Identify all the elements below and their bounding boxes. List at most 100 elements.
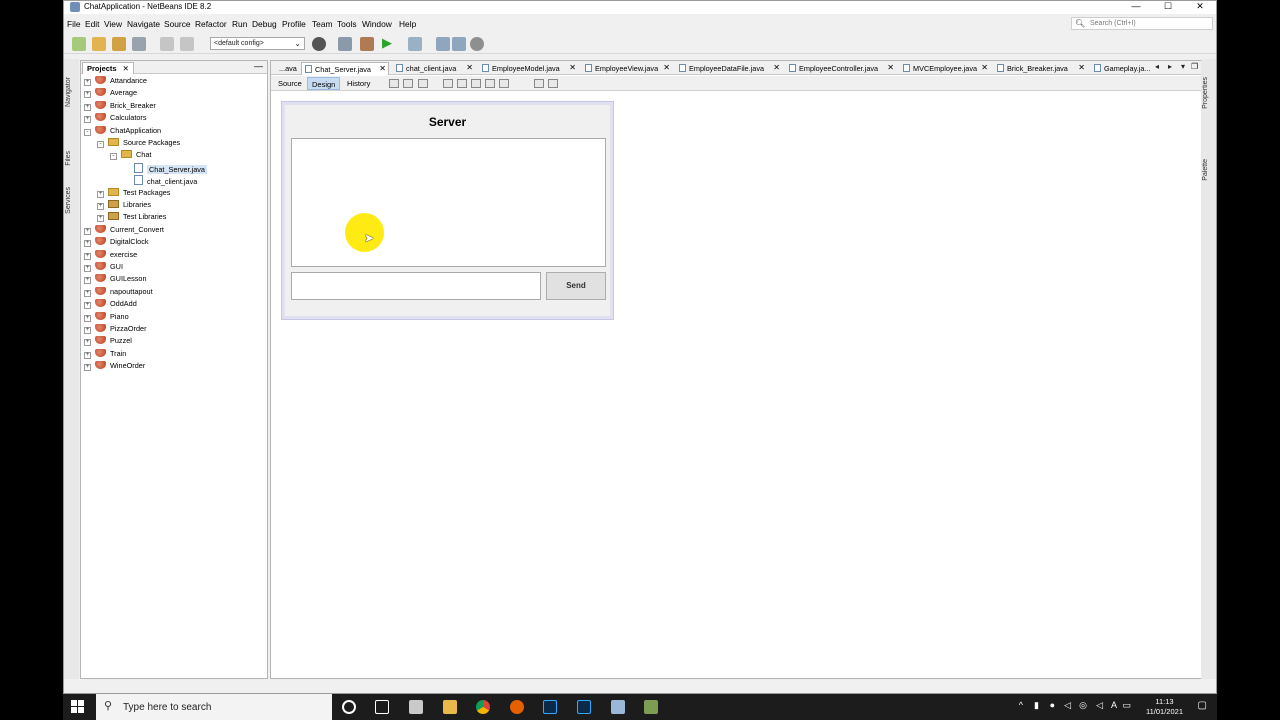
tree-item[interactable]: Chat_Server.java (123, 162, 207, 175)
expand-icon[interactable]: + (84, 265, 91, 272)
expand-icon[interactable]: + (84, 289, 91, 297)
tree-item[interactable]: + Average (84, 88, 137, 100)
windows-start-icon[interactable] (71, 700, 85, 714)
jframe-form[interactable]: Server Send (285, 105, 610, 316)
close-tab-icon[interactable]: ✕ (569, 63, 576, 72)
close-tab-icon[interactable]: ✕ (379, 64, 386, 73)
center-horizontally-icon[interactable] (471, 79, 481, 88)
menu-refactor[interactable]: Refactor (195, 19, 227, 29)
navigator-side-tab[interactable]: Navigator (65, 77, 72, 107)
align-bottom-icon[interactable] (499, 79, 509, 88)
tree-item[interactable]: + WineOrder (84, 361, 145, 373)
resize-horizontal-icon[interactable] (534, 79, 544, 88)
close-tab-icon[interactable]: ✕ (663, 63, 670, 72)
redo-icon[interactable] (180, 37, 194, 51)
tree-item[interactable]: + Piano (84, 311, 129, 324)
tab-next-icon[interactable]: ▸ (1168, 62, 1172, 71)
tree-item[interactable]: + Attandance (84, 76, 147, 88)
editor-tab[interactable]: Brick_Breaker.java ✕ (994, 62, 1087, 75)
apply-code-changes-icon[interactable] (452, 37, 466, 51)
tab-history[interactable]: History (343, 77, 374, 90)
open-project-icon[interactable] (112, 37, 126, 51)
menu-help[interactable]: Help (399, 19, 416, 29)
menu-run[interactable]: Run (232, 19, 247, 29)
expand-icon[interactable]: + (84, 240, 91, 248)
chrome-icon[interactable] (476, 700, 490, 714)
clean-build-icon[interactable] (360, 37, 374, 51)
expand-icon[interactable]: + (84, 351, 91, 359)
editor-tab[interactable]: EmployeeController.java ✕ (786, 62, 896, 75)
restore-icon[interactable]: ❐ (1191, 62, 1198, 71)
tab-prev-icon[interactable]: ◂ (1155, 62, 1159, 71)
expand-icon[interactable]: + (84, 314, 91, 322)
expand-icon[interactable]: + (84, 252, 91, 260)
tree-item[interactable]: + DigitalClock (84, 237, 149, 249)
expand-icon[interactable]: + (84, 103, 91, 111)
tree-item[interactable]: - ChatApplication (84, 125, 161, 138)
tree-item[interactable]: chat_client.java (123, 175, 197, 187)
undo-icon[interactable] (160, 37, 174, 51)
volume-icon[interactable]: ◁ (1064, 700, 1071, 711)
expand-icon[interactable]: + (84, 364, 91, 372)
tree-item[interactable]: + GUI (84, 262, 123, 274)
tree-item[interactable]: + exercise (84, 249, 137, 262)
align-right-icon[interactable] (457, 79, 467, 88)
menu-file[interactable]: File (67, 19, 81, 29)
projects-tab[interactable]: Projects ✕ (82, 62, 134, 74)
firefox-icon[interactable] (510, 700, 524, 714)
close-tab-icon[interactable]: ✕ (466, 63, 473, 72)
editor-tab[interactable]: ...ava (276, 62, 300, 75)
collapse-icon[interactable]: - (110, 153, 117, 161)
services-side-tab[interactable]: Services (65, 187, 72, 214)
close-tab-icon[interactable]: ✕ (1078, 63, 1085, 72)
collapse-icon[interactable]: - (97, 141, 104, 148)
build-icon[interactable] (338, 37, 352, 51)
expand-icon[interactable]: + (84, 116, 91, 124)
tab-design[interactable]: Design (307, 77, 341, 90)
netbeans-taskbar-icon[interactable] (611, 700, 625, 714)
calculator-icon[interactable] (409, 700, 423, 714)
expand-icon[interactable]: + (84, 277, 91, 285)
connection-mode-icon[interactable] (403, 79, 413, 88)
tree-item[interactable]: + Puzzel (84, 336, 132, 348)
chevron-up-icon[interactable]: ^ (1019, 700, 1023, 710)
tab-source[interactable]: Source (274, 77, 306, 90)
maximize-button[interactable]: ☐ (1152, 1, 1184, 14)
properties-side-tab[interactable]: Properties (1202, 77, 1209, 109)
chat-text-area[interactable] (291, 138, 606, 267)
input-language-icon[interactable]: A (1111, 700, 1117, 710)
expand-icon[interactable]: + (84, 227, 91, 235)
menu-view[interactable]: View (104, 19, 122, 29)
tree-item[interactable]: + PizzaOrder (84, 324, 147, 336)
collapse-icon[interactable]: - (84, 128, 91, 136)
expand-icon[interactable]: + (84, 327, 91, 334)
palette-side-tab[interactable]: Palette (1202, 159, 1209, 181)
editor-tab[interactable]: EmployeeModel.java ✕ (479, 62, 578, 75)
tree-item[interactable]: + GUILesson (84, 274, 147, 286)
microphone-icon[interactable]: ● (1050, 700, 1055, 710)
editor-tab[interactable]: Chat_Server.java ✕ (301, 62, 389, 75)
resize-vertical-icon[interactable] (548, 79, 558, 88)
run-icon[interactable]: ▶ (382, 36, 396, 51)
expand-icon[interactable]: + (97, 190, 104, 198)
tree-item[interactable]: + Train (84, 348, 126, 361)
keyboard-icon[interactable]: ▭ (1122, 700, 1131, 711)
editor-tab[interactable]: EmployeeDataFile.java ✕ (676, 62, 782, 75)
tree-item[interactable]: + Libraries (97, 200, 151, 212)
close-tab-icon[interactable]: ✕ (887, 63, 894, 72)
editor-tab[interactable]: chat_client.java ✕ (393, 62, 475, 75)
expand-icon[interactable]: + (84, 79, 91, 86)
config-select[interactable]: <default config> ⌄ (210, 37, 305, 50)
editor-tab[interactable]: MVCEmployee.java ✕ (900, 62, 990, 75)
file-explorer-icon[interactable] (443, 700, 457, 714)
globe-icon[interactable]: ◎ (1079, 700, 1087, 711)
menu-tools[interactable]: Tools (337, 19, 357, 29)
menu-source[interactable]: Source (164, 19, 191, 29)
expand-icon[interactable]: + (84, 339, 91, 347)
tree-item[interactable]: + Current_Convert (84, 224, 164, 237)
tree-item[interactable]: - Source Packages (97, 138, 180, 150)
new-project-icon[interactable] (92, 37, 106, 51)
close-icon[interactable]: ✕ (123, 64, 129, 73)
tree-item[interactable]: + Calculators (84, 113, 147, 125)
pause-io-icon[interactable] (470, 37, 484, 51)
